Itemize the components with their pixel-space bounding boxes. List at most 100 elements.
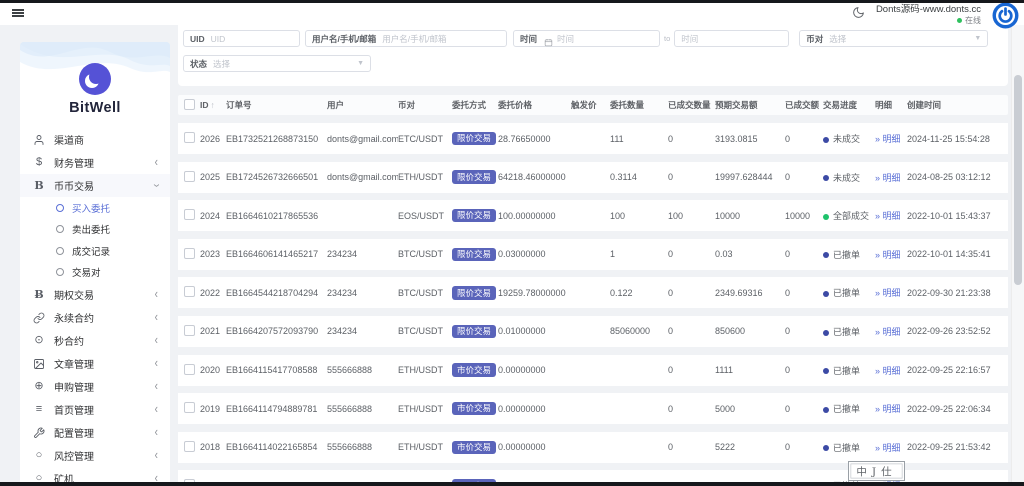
row-checkbox[interactable] xyxy=(184,402,195,414)
row-checkbox[interactable] xyxy=(184,440,195,452)
column-header-detail: 明细 xyxy=(875,100,893,110)
chevron-down-icon: ▼ xyxy=(357,60,364,67)
sidebar-item-miner[interactable]: ○ 矿机 ‹ xyxy=(20,467,170,482)
donts-logo-icon[interactable] xyxy=(992,2,1019,29)
detail-link[interactable]: » 明细 xyxy=(875,288,901,298)
cell-pair: ETH/USDT xyxy=(398,365,443,376)
column-header-id[interactable]: ID ↑ xyxy=(200,100,226,110)
cell-user: 234234 xyxy=(327,287,358,298)
cell-created: 2024-11-25 15:54:28 xyxy=(907,133,990,144)
table-row[interactable]: 2021 EB1664207572093790 234234 BTC/USDT … xyxy=(178,315,1008,347)
detail-link[interactable]: » 明细 xyxy=(875,250,901,260)
cell-expected: 10000 xyxy=(715,210,741,221)
cell-user: 555666888 xyxy=(327,442,373,453)
column-header-pair: 币对 xyxy=(398,100,416,110)
sidebar-item-config-mgmt[interactable]: 配置管理 ‹ xyxy=(20,421,170,444)
window-bottom-edge xyxy=(0,482,1024,486)
column-header-check xyxy=(178,98,200,112)
detail-link[interactable]: » 明细 xyxy=(875,327,901,337)
cell-id: 2021 xyxy=(200,326,221,337)
user-block[interactable]: Donts源码-www.donts.cc 在线 xyxy=(875,3,981,25)
sidebar-item-perpetual-contract[interactable]: 永续合约 ‹ xyxy=(20,306,170,329)
cell-filled-value: 10000 xyxy=(785,210,811,221)
column-header-mode: 委托方式 xyxy=(452,100,487,110)
cell-amount: 0.3114 xyxy=(610,172,637,183)
bitcoin-icon: Ƀ xyxy=(34,288,44,301)
detail-link[interactable]: » 明细 xyxy=(875,211,901,221)
sidebar-item-spot-trade[interactable]: B 币币交易 ‹ xyxy=(20,174,170,197)
user-filter-input[interactable] xyxy=(382,33,500,44)
sidebar-subitem-trade-pairs[interactable]: 交易对 xyxy=(20,262,170,284)
status-select[interactable]: 状态 选择 ▼ xyxy=(183,55,371,72)
cell-filled-value: 0 xyxy=(785,403,791,414)
table-row[interactable]: 2024 EB1664610217865536 EOS/USDT 限价交易 10… xyxy=(178,200,1008,232)
chevron-icon: ‹ xyxy=(154,402,158,417)
uid-filter: UID xyxy=(183,30,300,47)
status-dot xyxy=(823,406,829,413)
sidebar-subitem-trade-records[interactable]: 成交记录 xyxy=(20,240,170,262)
trade-mode-badge: 限价交易 xyxy=(452,131,497,146)
row-checkbox[interactable] xyxy=(184,286,195,298)
cell-filled-value: 0 xyxy=(785,249,791,260)
user-name: Donts源码-www.donts.cc xyxy=(875,3,981,15)
orders-table: ID ↑ 订单号 用户 币对 委托方式 委托价格 触发价 委托数量 已成交数量 预期交易额 已成交额交… xyxy=(178,95,1008,486)
cell-progress: 已撤单 xyxy=(823,402,875,415)
sidebar-item-article-mgmt[interactable]: 文章管理 ‹ xyxy=(20,352,170,375)
sidebar-item-finance[interactable]: $ 财务管理 ‹ xyxy=(20,151,170,174)
detail-link[interactable]: » 明细 xyxy=(875,366,901,376)
detail-link[interactable]: » 明细 xyxy=(875,134,901,144)
sidebar-subitem-sell-orders[interactable]: 卖出委托 xyxy=(20,219,170,241)
uid-input[interactable] xyxy=(210,33,293,44)
b-icon: B xyxy=(34,179,44,192)
sort-asc-icon[interactable]: ↑ xyxy=(211,100,215,110)
page-scrollbar[interactable] xyxy=(1011,25,1024,482)
pair-select[interactable]: 币对 选择 ▼ xyxy=(799,30,989,47)
table-row[interactable]: 2019 EB1664114794889781 555666888 ETH/US… xyxy=(178,393,1008,425)
cell-order-no: EB1664114022165854 xyxy=(226,442,318,453)
user-filter-label: 用户名/手机/邮箱 xyxy=(312,33,377,44)
sidebar-item-channel[interactable]: 渠道商 xyxy=(20,128,170,151)
status-text: 已撤单 xyxy=(833,442,861,453)
cell-pair: ETH/USDT xyxy=(398,403,443,414)
column-header-filled_amount: 已成交数量 xyxy=(668,100,711,110)
time-end-filter xyxy=(674,30,790,47)
cell-price: 0.00000000 xyxy=(498,442,546,453)
circle-icon: ○ xyxy=(35,449,43,461)
row-checkbox[interactable] xyxy=(184,132,195,143)
cell-filled-amount: 0 xyxy=(668,287,674,298)
dark-mode-toggle-icon[interactable] xyxy=(852,6,865,24)
cell-pair: BTC/USDT xyxy=(398,249,443,260)
detail-link[interactable]: » 明细 xyxy=(875,404,901,414)
time-start-input[interactable] xyxy=(557,33,653,44)
table-row[interactable]: 2025 EB1724526732666501 donts@gmail.com … xyxy=(178,161,1008,193)
row-checkbox[interactable] xyxy=(184,170,195,182)
table-row[interactable]: 2020 EB1664115417708588 555666888 ETH/US… xyxy=(178,354,1008,386)
table-row[interactable]: 2023 EB1664606141465217 234234 BTC/USDT … xyxy=(178,238,1008,270)
cell-amount: 1 xyxy=(610,249,616,260)
table-row[interactable]: 2026 EB1732521268873150 donts@gmail.com … xyxy=(178,123,1008,154)
online-status: 在线 xyxy=(876,16,981,25)
row-checkbox[interactable] xyxy=(184,247,195,259)
detail-link[interactable]: » 明细 xyxy=(875,173,901,183)
sidebar-item-risk-mgmt[interactable]: ○ 风控管理 ‹ xyxy=(20,444,170,467)
sidebar-item-options-trade[interactable]: Ƀ 期权交易 ‹ xyxy=(20,283,170,306)
table-row[interactable]: 2022 EB1664544218704294 234234 BTC/USDT … xyxy=(178,277,1008,309)
cell-order-no: EB1724526732666501 xyxy=(226,172,319,183)
cell-expected: 5000 xyxy=(715,403,736,414)
sidebar-subitem-buy-orders[interactable]: 买入委托 xyxy=(20,197,170,219)
circle-icon: ○ xyxy=(35,472,43,483)
sidebar-item-homepage-mgmt[interactable]: ≡ 首页管理 ‹ xyxy=(20,398,170,421)
chevron-icon: ‹ xyxy=(154,155,158,170)
row-checkbox[interactable] xyxy=(184,209,195,221)
time-end-input[interactable] xyxy=(681,33,783,44)
select-all-checkbox[interactable] xyxy=(184,98,195,110)
row-checkbox[interactable] xyxy=(184,324,195,336)
scrollbar-thumb[interactable] xyxy=(1014,75,1022,285)
sidebar-toggle-icon[interactable] xyxy=(12,9,24,17)
table-row[interactable]: 2018 EB1664114022165854 555666888 ETH/US… xyxy=(178,431,1008,463)
detail-link[interactable]: » 明细 xyxy=(875,443,901,453)
sidebar-item-seconds-contract[interactable]: ⊙ 秒合约 ‹ xyxy=(20,329,170,352)
cell-progress: 已撤单 xyxy=(823,364,875,377)
sidebar-item-subscription-mgmt[interactable]: ⊕ 申购管理 ‹ xyxy=(20,375,170,398)
row-checkbox[interactable] xyxy=(184,363,195,375)
